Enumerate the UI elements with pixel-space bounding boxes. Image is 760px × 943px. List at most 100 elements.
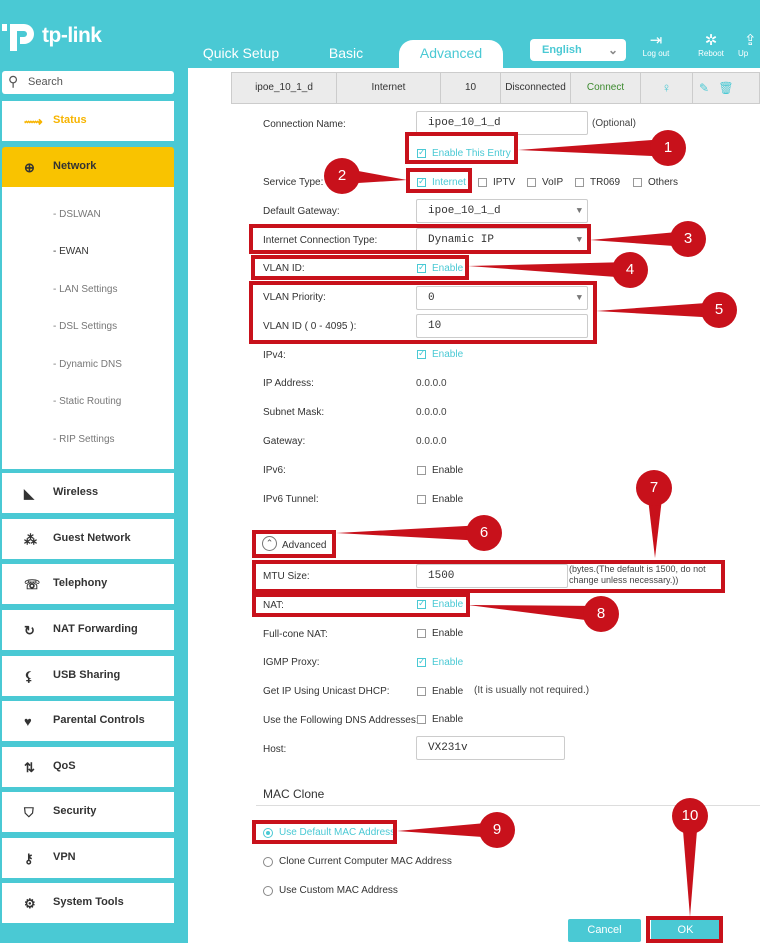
service-iptv-checkbox[interactable] bbox=[478, 178, 487, 187]
chevron-up-icon[interactable]: ⌃ bbox=[262, 536, 277, 551]
subnet-mask-value: 0.0.0.0 bbox=[416, 407, 447, 418]
service-others-checkbox[interactable] bbox=[633, 178, 642, 187]
vlan-id-label: VLAN ID: bbox=[263, 263, 305, 274]
mtu-label: MTU Size: bbox=[263, 571, 310, 582]
mac-clone-label: Clone Current Computer MAC Address bbox=[279, 856, 452, 867]
sidebar-item-guest-network[interactable]: ⁂ Guest Network bbox=[2, 519, 174, 559]
delete-icon[interactable]: 🗑 bbox=[715, 73, 737, 103]
connection-name-input[interactable]: ipoe_10_1_d bbox=[416, 111, 588, 135]
mac-clone-radio[interactable] bbox=[263, 857, 273, 867]
ipv4-enable-checkbox[interactable] bbox=[417, 348, 426, 359]
connection-type-label: Internet Connection Type: bbox=[263, 235, 378, 246]
default-gateway-select[interactable]: ipoe_10_1_d ▼ bbox=[416, 199, 588, 223]
language-select[interactable]: English ⌄ bbox=[530, 39, 626, 61]
tab-quick-setup[interactable]: Quick Setup bbox=[198, 40, 284, 68]
connect-link[interactable]: Connect bbox=[571, 73, 641, 103]
logo-text: tp-link bbox=[42, 24, 102, 47]
igmp-enable-checkbox[interactable] bbox=[417, 656, 426, 667]
sidebar-item-label: Status bbox=[53, 114, 87, 126]
globe-icon: ⊕ bbox=[24, 160, 35, 175]
connection-name-label: Connection Name: bbox=[263, 119, 346, 130]
submenu-static-routing[interactable]: - Static Routing bbox=[53, 396, 121, 407]
tab-advanced[interactable]: Advanced bbox=[399, 40, 503, 68]
submenu-rip-settings[interactable]: - RIP Settings bbox=[53, 434, 115, 445]
tp-link-logo[interactable]: tp-link bbox=[2, 18, 112, 54]
host-input[interactable]: VX231v bbox=[416, 736, 565, 760]
ipv6-label: IPv6: bbox=[263, 465, 286, 476]
mtu-input[interactable]: 1500 bbox=[416, 564, 568, 588]
ipv6-tunnel-checkbox[interactable] bbox=[417, 495, 426, 504]
submenu-ewan[interactable]: - EWAN bbox=[53, 246, 89, 257]
connection-type-select[interactable]: Dynamic IP ▼ bbox=[416, 228, 588, 252]
vlan-enable-label: Enable bbox=[432, 263, 464, 274]
ok-button[interactable]: OK bbox=[651, 919, 720, 942]
callout-badge-8: 8 bbox=[583, 596, 619, 632]
chevron-down-icon: ▼ bbox=[576, 235, 582, 245]
sidebar-item-network[interactable]: ⊕ Network bbox=[2, 147, 174, 187]
service-iptv-label: IPTV bbox=[493, 177, 516, 188]
sidebar-item-usb-sharing[interactable]: ⚸ USB Sharing bbox=[2, 656, 174, 696]
unicast-enable-checkbox[interactable] bbox=[417, 687, 426, 696]
sidebar-item-nat-forwarding[interactable]: ↻ NAT Forwarding bbox=[2, 610, 174, 650]
heart-icon: ♥ bbox=[24, 714, 32, 729]
ip-address-value: 0.0.0.0 bbox=[416, 378, 447, 389]
fullcone-enable-checkbox[interactable] bbox=[417, 629, 426, 638]
submenu-lan-settings[interactable]: - LAN Settings bbox=[53, 284, 117, 295]
sidebar-item-system-tools[interactable]: ⚙ System Tools bbox=[2, 883, 174, 923]
service-internet-label: Internet bbox=[432, 177, 466, 188]
optional-note: (Optional) bbox=[592, 118, 636, 129]
tab-basic[interactable]: Basic bbox=[316, 40, 376, 68]
search-icon: ⚲ bbox=[8, 73, 19, 89]
network-submenu: - DSLWAN - EWAN - LAN Settings - DSL Set… bbox=[2, 187, 174, 469]
sidebar-item-label: System Tools bbox=[53, 896, 124, 908]
cell-name: ipoe_10_1_d bbox=[232, 73, 337, 103]
mtu-hint: (bytes.(The default is 1500, do not chan… bbox=[569, 564, 706, 585]
enable-entry-checkbox[interactable] bbox=[417, 147, 426, 158]
sidebar-item-security[interactable]: ⛉ Security bbox=[2, 792, 174, 832]
nat-icon: ↻ bbox=[24, 623, 35, 638]
vpn-icon: ⚷ bbox=[24, 851, 34, 866]
service-voip-checkbox[interactable] bbox=[527, 178, 536, 187]
sidebar-item-wireless[interactable]: ◣ Wireless bbox=[2, 473, 174, 513]
ipv6-enable-checkbox[interactable] bbox=[417, 466, 426, 475]
reboot-button[interactable]: ✲ Reboot bbox=[691, 32, 731, 59]
callout-badge-6: 6 bbox=[466, 515, 502, 551]
upgrade-icon: ⇪ bbox=[744, 32, 757, 49]
logout-button[interactable]: ⇥ Log out bbox=[636, 32, 676, 59]
mac-default-label: Use Default MAC Address bbox=[279, 827, 396, 838]
reboot-icon: ✲ bbox=[704, 32, 718, 49]
vlan-id-input[interactable]: 10 bbox=[416, 314, 588, 338]
sidebar-item-status[interactable]: ⟿ Status bbox=[2, 101, 174, 141]
mac-clone-title: MAC Clone bbox=[263, 787, 325, 801]
submenu-dslwan[interactable]: - DSLWAN bbox=[53, 209, 101, 220]
advanced-toggle[interactable]: Advanced bbox=[282, 540, 326, 551]
cancel-button[interactable]: Cancel bbox=[568, 919, 641, 942]
edit-icon[interactable]: ✎ bbox=[693, 73, 715, 103]
service-internet-checkbox[interactable] bbox=[417, 176, 426, 187]
submenu-dynamic-dns[interactable]: - Dynamic DNS bbox=[53, 359, 122, 370]
bulb-icon[interactable]: ♀ bbox=[641, 73, 693, 103]
cell-type: Internet bbox=[337, 73, 441, 103]
sidebar-item-parental-controls[interactable]: ♥ Parental Controls bbox=[2, 701, 174, 741]
sidebar-item-qos[interactable]: ⇅ QoS bbox=[2, 747, 174, 787]
shield-icon: ⛉ bbox=[24, 805, 34, 820]
mac-custom-radio[interactable] bbox=[263, 886, 273, 896]
service-type-label: Service Type: bbox=[263, 177, 324, 188]
vlan-priority-select[interactable]: 0 ▼ bbox=[416, 286, 588, 310]
sidebar-item-label: QoS bbox=[53, 760, 76, 772]
upgrade-button[interactable]: ⇪ Up bbox=[738, 32, 760, 59]
search-input[interactable]: ⚲ Search bbox=[2, 71, 174, 94]
mac-default-radio[interactable] bbox=[263, 828, 273, 838]
nat-label: NAT: bbox=[263, 600, 284, 611]
submenu-dsl-settings[interactable]: - DSL Settings bbox=[53, 321, 117, 332]
service-others-label: Others bbox=[648, 177, 679, 188]
logout-icon: ⇥ bbox=[649, 32, 663, 49]
dns-enable-checkbox[interactable] bbox=[417, 715, 426, 724]
vlan-enable-checkbox[interactable] bbox=[417, 262, 426, 273]
nat-enable-checkbox[interactable] bbox=[417, 598, 426, 609]
gear-icon: ⚙ bbox=[24, 896, 36, 911]
service-tr069-checkbox[interactable] bbox=[575, 178, 584, 187]
sidebar-item-vpn[interactable]: ⚷ VPN bbox=[2, 838, 174, 878]
default-gateway-value: ipoe_10_1_d bbox=[428, 205, 501, 217]
sidebar-item-telephony[interactable]: ☏ Telephony bbox=[2, 564, 174, 604]
